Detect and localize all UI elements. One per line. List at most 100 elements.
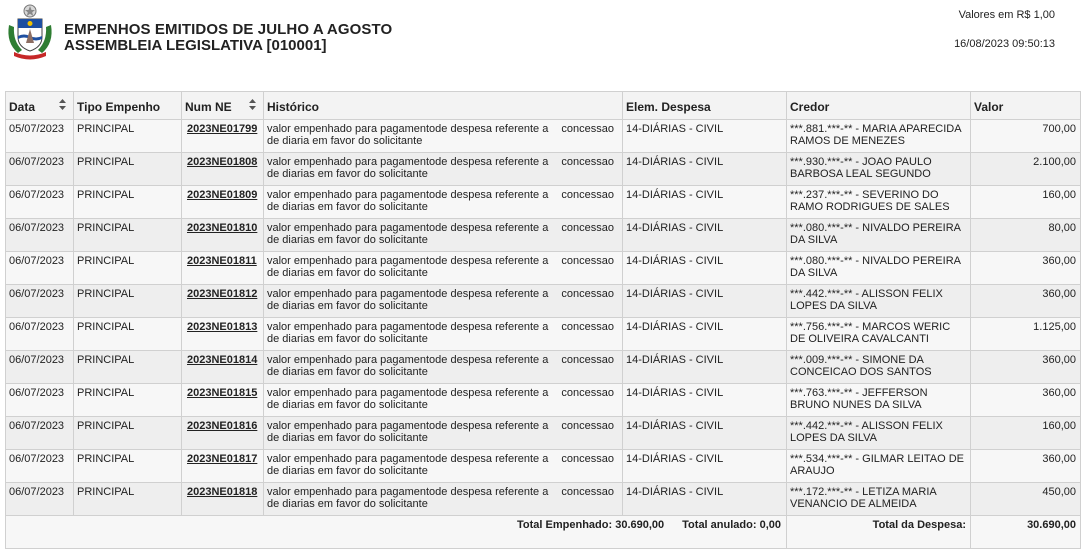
cell-valor: 80,00 <box>970 218 1081 252</box>
table-row: 06/07/2023 PRINCIPAL 2023NE01818 valor e… <box>5 482 1081 516</box>
cell-elem-despesa: 14-DIÁRIAS - CIVIL <box>622 185 787 219</box>
cell-credor: ***.080.***-** - NIVALDO PEREIRA DA SILV… <box>786 251 971 285</box>
cell-historico: valor empenhado para pagamentode despesa… <box>263 317 623 351</box>
totals-summary: Total Empenhado: 30.690,00 Total anulado… <box>5 515 787 549</box>
cell-historico: valor empenhado para pagamentode despesa… <box>263 350 623 384</box>
cell-credor: ***.442.***-** - ALISSON FELIX LOPES DA … <box>786 284 971 318</box>
num-ne-link[interactable]: 2023NE01810 <box>181 218 264 252</box>
column-header-data[interactable]: Data <box>5 91 74 120</box>
cell-valor: 450,00 <box>970 482 1081 516</box>
cell-data: 06/07/2023 <box>5 416 74 450</box>
cell-valor: 700,00 <box>970 119 1081 153</box>
cell-tipo-empenho: PRINCIPAL <box>73 350 182 384</box>
table-row: 06/07/2023 PRINCIPAL 2023NE01810 valor e… <box>5 218 1081 252</box>
num-ne-link[interactable]: 2023NE01813 <box>181 317 264 351</box>
cell-tipo-empenho: PRINCIPAL <box>73 317 182 351</box>
table-row: 05/07/2023 PRINCIPAL 2023NE01799 valor e… <box>5 119 1081 153</box>
cell-data: 06/07/2023 <box>5 449 74 483</box>
num-ne-link[interactable]: 2023NE01817 <box>181 449 264 483</box>
total-anulado: Total anulado: 0,00 <box>682 519 781 531</box>
cell-valor: 160,00 <box>970 185 1081 219</box>
column-header-credor[interactable]: Credor <box>786 91 971 120</box>
cell-data: 06/07/2023 <box>5 152 74 186</box>
cell-credor: ***.534.***-** - GILMAR LEITAO DE ARAUJO <box>786 449 971 483</box>
column-header-num-ne[interactable]: Num NE <box>181 91 264 120</box>
cell-credor: ***.442.***-** - ALISSON FELIX LOPES DA … <box>786 416 971 450</box>
cell-tipo-empenho: PRINCIPAL <box>73 284 182 318</box>
table-row: 06/07/2023 PRINCIPAL 2023NE01813 valor e… <box>5 317 1081 351</box>
cell-valor: 360,00 <box>970 284 1081 318</box>
table-row: 06/07/2023 PRINCIPAL 2023NE01817 valor e… <box>5 449 1081 483</box>
cell-elem-despesa: 14-DIÁRIAS - CIVIL <box>622 284 787 318</box>
totals-row: Total Empenhado: 30.690,00 Total anulado… <box>5 515 1081 549</box>
currency-note: Valores em R$ 1,00 <box>958 9 1055 21</box>
num-ne-link[interactable]: 2023NE01814 <box>181 350 264 384</box>
cell-historico: valor empenhado para pagamentode despesa… <box>263 416 623 450</box>
table-row: 06/07/2023 PRINCIPAL 2023NE01814 valor e… <box>5 350 1081 384</box>
cell-credor: ***.009.***-** - SIMONE DA CONCEICAO DOS… <box>786 350 971 384</box>
cell-elem-despesa: 14-DIÁRIAS - CIVIL <box>622 416 787 450</box>
num-ne-link[interactable]: 2023NE01809 <box>181 185 264 219</box>
cell-historico: valor empenhado para pagamentode despesa… <box>263 251 623 285</box>
cell-data: 06/07/2023 <box>5 383 74 417</box>
cell-data: 06/07/2023 <box>5 284 74 318</box>
num-ne-link[interactable]: 2023NE01812 <box>181 284 264 318</box>
cell-elem-despesa: 14-DIÁRIAS - CIVIL <box>622 449 787 483</box>
table-row: 06/07/2023 PRINCIPAL 2023NE01809 valor e… <box>5 185 1081 219</box>
sort-icon[interactable] <box>249 99 256 110</box>
cell-valor: 160,00 <box>970 416 1081 450</box>
cell-tipo-empenho: PRINCIPAL <box>73 416 182 450</box>
cell-credor: ***.172.***-** - LETIZA MARIA VENANCIO D… <box>786 482 971 516</box>
cell-valor: 360,00 <box>970 449 1081 483</box>
table-row: 06/07/2023 PRINCIPAL 2023NE01811 valor e… <box>5 251 1081 285</box>
num-ne-link[interactable]: 2023NE01808 <box>181 152 264 186</box>
cell-valor: 2.100,00 <box>970 152 1081 186</box>
state-coat-of-arms-icon <box>8 4 52 60</box>
cell-tipo-empenho: PRINCIPAL <box>73 449 182 483</box>
cell-credor: ***.763.***-** - JEFFERSON BRUNO NUNES D… <box>786 383 971 417</box>
column-header-valor[interactable]: Valor <box>970 91 1081 120</box>
total-empenhado: Total Empenhado: 30.690,00 <box>517 519 665 531</box>
cell-tipo-empenho: PRINCIPAL <box>73 119 182 153</box>
cell-historico: valor empenhado para pagamentode despesa… <box>263 218 623 252</box>
cell-data: 06/07/2023 <box>5 218 74 252</box>
report-title: EMPENHOS EMITIDOS DE JULHO A AGOSTO <box>64 21 393 38</box>
cell-historico: valor empenhado para pagamentode despesa… <box>263 284 623 318</box>
sort-icon[interactable] <box>59 99 66 110</box>
num-ne-link[interactable]: 2023NE01815 <box>181 383 264 417</box>
cell-tipo-empenho: PRINCIPAL <box>73 482 182 516</box>
table-row: 06/07/2023 PRINCIPAL 2023NE01815 valor e… <box>5 383 1081 417</box>
cell-elem-despesa: 14-DIÁRIAS - CIVIL <box>622 218 787 252</box>
cell-valor: 360,00 <box>970 350 1081 384</box>
cell-valor: 1.125,00 <box>970 317 1081 351</box>
cell-tipo-empenho: PRINCIPAL <box>73 218 182 252</box>
report-subtitle: ASSEMBLEIA LEGISLATIVA [010001] <box>64 37 327 54</box>
column-header-elem-despesa[interactable]: Elem. Despesa <box>622 91 787 120</box>
cell-valor: 360,00 <box>970 383 1081 417</box>
cell-data: 06/07/2023 <box>5 185 74 219</box>
cell-data: 06/07/2023 <box>5 482 74 516</box>
cell-elem-despesa: 14-DIÁRIAS - CIVIL <box>622 482 787 516</box>
cell-tipo-empenho: PRINCIPAL <box>73 185 182 219</box>
report-header: EMPENHOS EMITIDOS DE JULHO A AGOSTO ASSE… <box>0 0 1087 86</box>
num-ne-link[interactable]: 2023NE01818 <box>181 482 264 516</box>
num-ne-link[interactable]: 2023NE01816 <box>181 416 264 450</box>
cell-historico: valor empenhado para pagamentode despesa… <box>263 383 623 417</box>
cell-tipo-empenho: PRINCIPAL <box>73 251 182 285</box>
cell-historico: valor empenhado para pagamentode despesa… <box>263 449 623 483</box>
cell-data: 05/07/2023 <box>5 119 74 153</box>
cell-historico: valor empenhado para pagamentode despesa… <box>263 482 623 516</box>
cell-elem-despesa: 14-DIÁRIAS - CIVIL <box>622 152 787 186</box>
cell-historico: valor empenhado para pagamentode despesa… <box>263 152 623 186</box>
column-header-tipo-empenho[interactable]: Tipo Empenho <box>73 91 182 120</box>
cell-credor: ***.881.***-** - MARIA APARECIDA RAMOS D… <box>786 119 971 153</box>
num-ne-link[interactable]: 2023NE01811 <box>181 251 264 285</box>
column-header-historico[interactable]: Histórico <box>263 91 623 120</box>
cell-elem-despesa: 14-DIÁRIAS - CIVIL <box>622 383 787 417</box>
total-despesa-label: Total da Despesa: <box>786 515 971 549</box>
cell-elem-despesa: 14-DIÁRIAS - CIVIL <box>622 350 787 384</box>
table-row: 06/07/2023 PRINCIPAL 2023NE01816 valor e… <box>5 416 1081 450</box>
num-ne-link[interactable]: 2023NE01799 <box>181 119 264 153</box>
cell-historico: valor empenhado para pagamentode despesa… <box>263 119 623 153</box>
cell-credor: ***.080.***-** - NIVALDO PEREIRA DA SILV… <box>786 218 971 252</box>
